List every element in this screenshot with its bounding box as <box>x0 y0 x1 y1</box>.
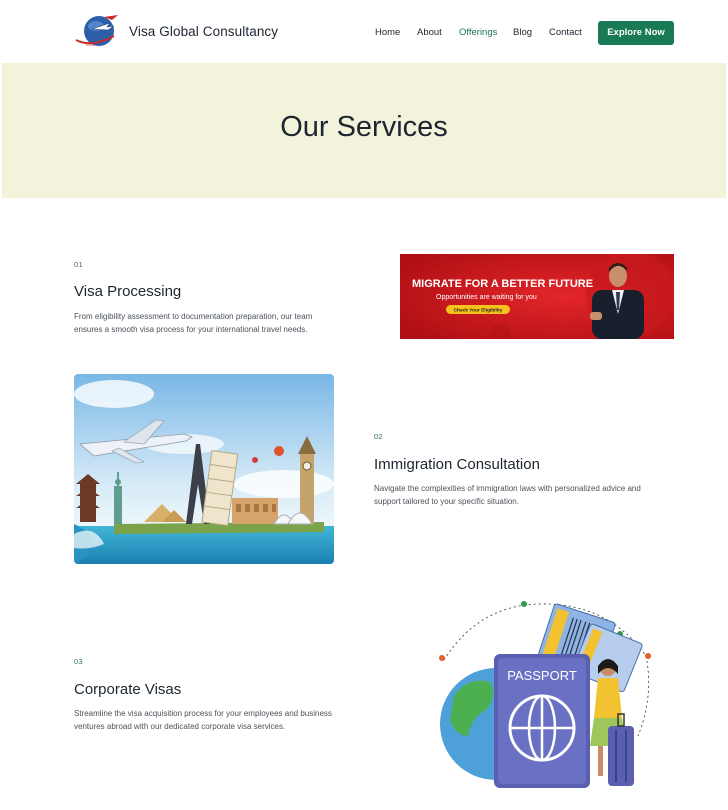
world-landmarks-image <box>74 374 334 564</box>
passport-label: PASSPORT <box>507 668 577 683</box>
nav-home[interactable]: Home <box>375 27 400 38</box>
description-line: ensures a smooth visa process for your i… <box>74 325 308 334</box>
nav-contact[interactable]: Contact <box>549 27 582 38</box>
service-title-immigration-consultation: Immigration Consultation <box>374 456 540 473</box>
banner-headline: MIGRATE FOR A BETTER FUTURE <box>412 278 593 290</box>
description-line: support tailored to your specific situat… <box>374 497 519 506</box>
banner-subline: Opportunities are waiting for you <box>436 294 537 301</box>
description-line: Navigate the complexities of immigration… <box>374 484 641 493</box>
description-line: Streamline the visa acquisition process … <box>74 709 332 718</box>
brand-name[interactable]: Visa Global Consultancy <box>129 24 278 39</box>
service-number: 01 <box>74 260 83 269</box>
nav-blog[interactable]: Blog <box>513 27 532 38</box>
description-line: From eligibility assessment to documenta… <box>74 312 313 321</box>
svg-text:Check Your Eligibility: Check Your Eligibility <box>454 308 503 314</box>
service-number: 02 <box>374 432 383 441</box>
service-title-corporate-visas: Corporate Visas <box>74 681 182 698</box>
migrate-banner-image: MIGRATE FOR A BETTER FUTURE Opportunitie… <box>400 254 674 339</box>
nav-offerings[interactable]: Offerings <box>459 27 497 38</box>
site-header: visa Visa Global Consultancy Home About … <box>0 0 728 64</box>
explore-now-button[interactable]: Explore Now <box>598 21 674 45</box>
passport-illustration: PASSPORT <box>438 596 656 792</box>
page-hero: Our Services <box>2 63 726 198</box>
description-line: ventures abroad with our dedicated corpo… <box>74 722 286 731</box>
page-title: Our Services <box>280 111 448 143</box>
nav-about[interactable]: About <box>417 27 442 38</box>
service-description: Streamline the visa acquisition process … <box>74 707 374 733</box>
service-description: Navigate the complexities of immigration… <box>374 482 674 508</box>
svg-text:visa: visa <box>86 42 95 47</box>
service-description: From eligibility assessment to documenta… <box>74 310 374 336</box>
globe-plane-logo-icon[interactable]: visa <box>74 14 120 50</box>
service-number: 03 <box>74 657 83 666</box>
service-title-visa-processing: Visa Processing <box>74 283 182 300</box>
